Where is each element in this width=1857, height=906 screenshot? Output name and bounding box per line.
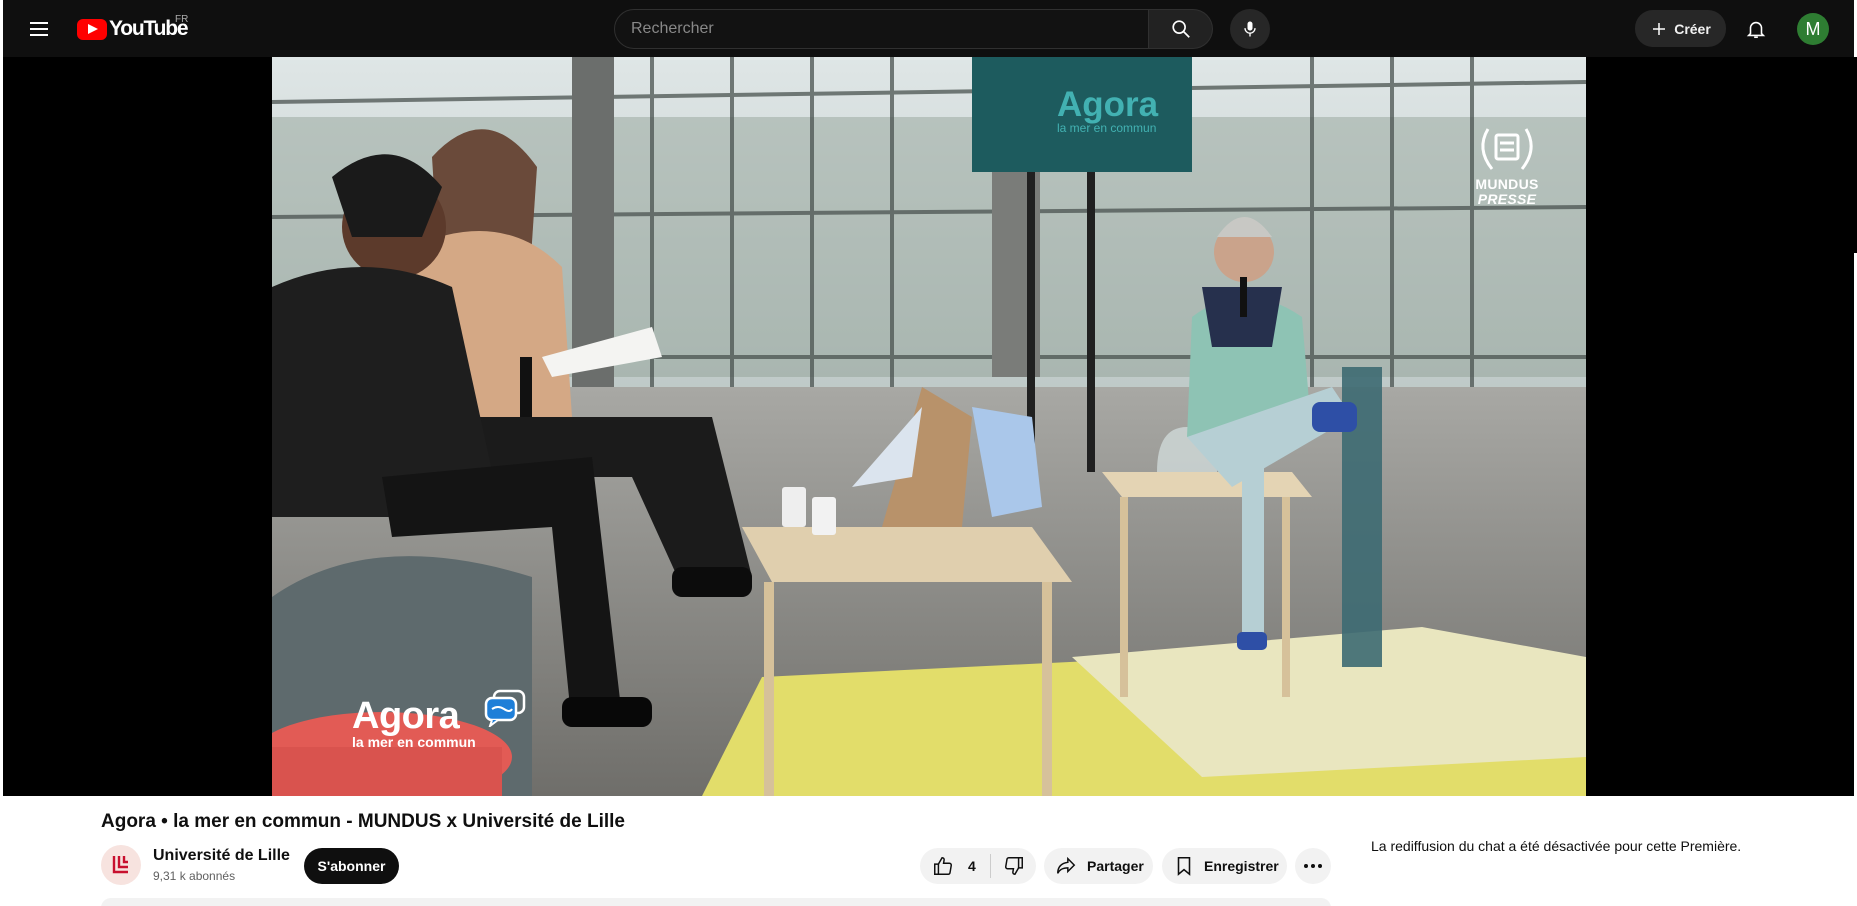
agora-logo-word: Agora [352,695,460,737]
more-actions-button[interactable] [1295,848,1331,884]
background-screen-logo: Agora la mer en commun [1057,85,1158,135]
chat-bubble-icon [484,689,526,727]
like-count: 4 [968,858,976,874]
laurel-wreath-icon [1481,128,1533,170]
university-logo-icon [112,856,128,874]
mundus-line-1: MUNDUS [1475,176,1539,192]
youtube-logo[interactable]: YouTube [77,17,189,41]
mundus-presse-logo: MUNDUS PRESSE [1462,119,1552,207]
mundus-line-2: PRESSE [1477,191,1537,207]
video-player[interactable]: Agora la mer en commun MUNDUS PRESSE Ago… [3,57,1854,796]
share-label: Partager [1087,858,1144,874]
save-label: Enregistrer [1204,858,1279,874]
more-horizontal-icon [1304,864,1322,868]
video-frame[interactable]: Agora la mer en commun MUNDUS PRESSE Ago… [272,57,1586,796]
subscriber-count: 9,31 k abonnés [153,869,236,883]
agora-logo-tagline: la mer en commun [352,734,476,750]
like-button[interactable]: 4 [920,848,990,884]
thumbs-up-icon [934,857,952,875]
create-button[interactable]: Créer [1635,10,1726,47]
voice-search-button[interactable] [1230,9,1270,49]
channel-name[interactable]: Université de Lille [153,847,290,865]
agora-logo: Agora la mer en commun [352,689,526,750]
bookmark-icon [1177,856,1191,876]
microphone-icon [1244,21,1256,37]
description-box[interactable] [101,898,1331,906]
video-title: Agora • la mer en commun - MUNDUS x Univ… [101,811,625,832]
chat-replay-disabled-message: La rediffusion du chat a été désactivée … [1371,838,1742,854]
bell-icon [1746,21,1766,39]
youtube-play-icon [77,18,107,40]
masthead: YouTube FR Créer M [3,0,1854,57]
search-icon [1171,20,1190,38]
menu-icon[interactable] [27,16,53,42]
country-code: FR [175,14,189,25]
video-scene [272,57,1586,796]
plus-icon [1653,22,1666,35]
share-button[interactable]: Partager [1044,848,1153,884]
channel-avatar[interactable] [101,845,141,885]
notifications-button[interactable] [1736,9,1776,49]
user-avatar[interactable]: M [1797,13,1829,45]
create-label: Créer [1674,20,1711,37]
thumbs-down-icon [1004,857,1023,875]
subscribe-button[interactable]: S'abonner [304,848,399,884]
dislike-button[interactable] [991,848,1036,884]
background-screen-word: Agora [1057,85,1159,124]
save-button[interactable]: Enregistrer [1162,848,1287,884]
search-input[interactable] [615,10,1148,48]
share-icon [1057,856,1076,874]
search-button[interactable] [1149,9,1213,49]
like-dislike-group: 4 [920,848,1036,884]
search-box [614,9,1149,49]
background-screen-tagline: la mer en commun [1057,121,1157,135]
